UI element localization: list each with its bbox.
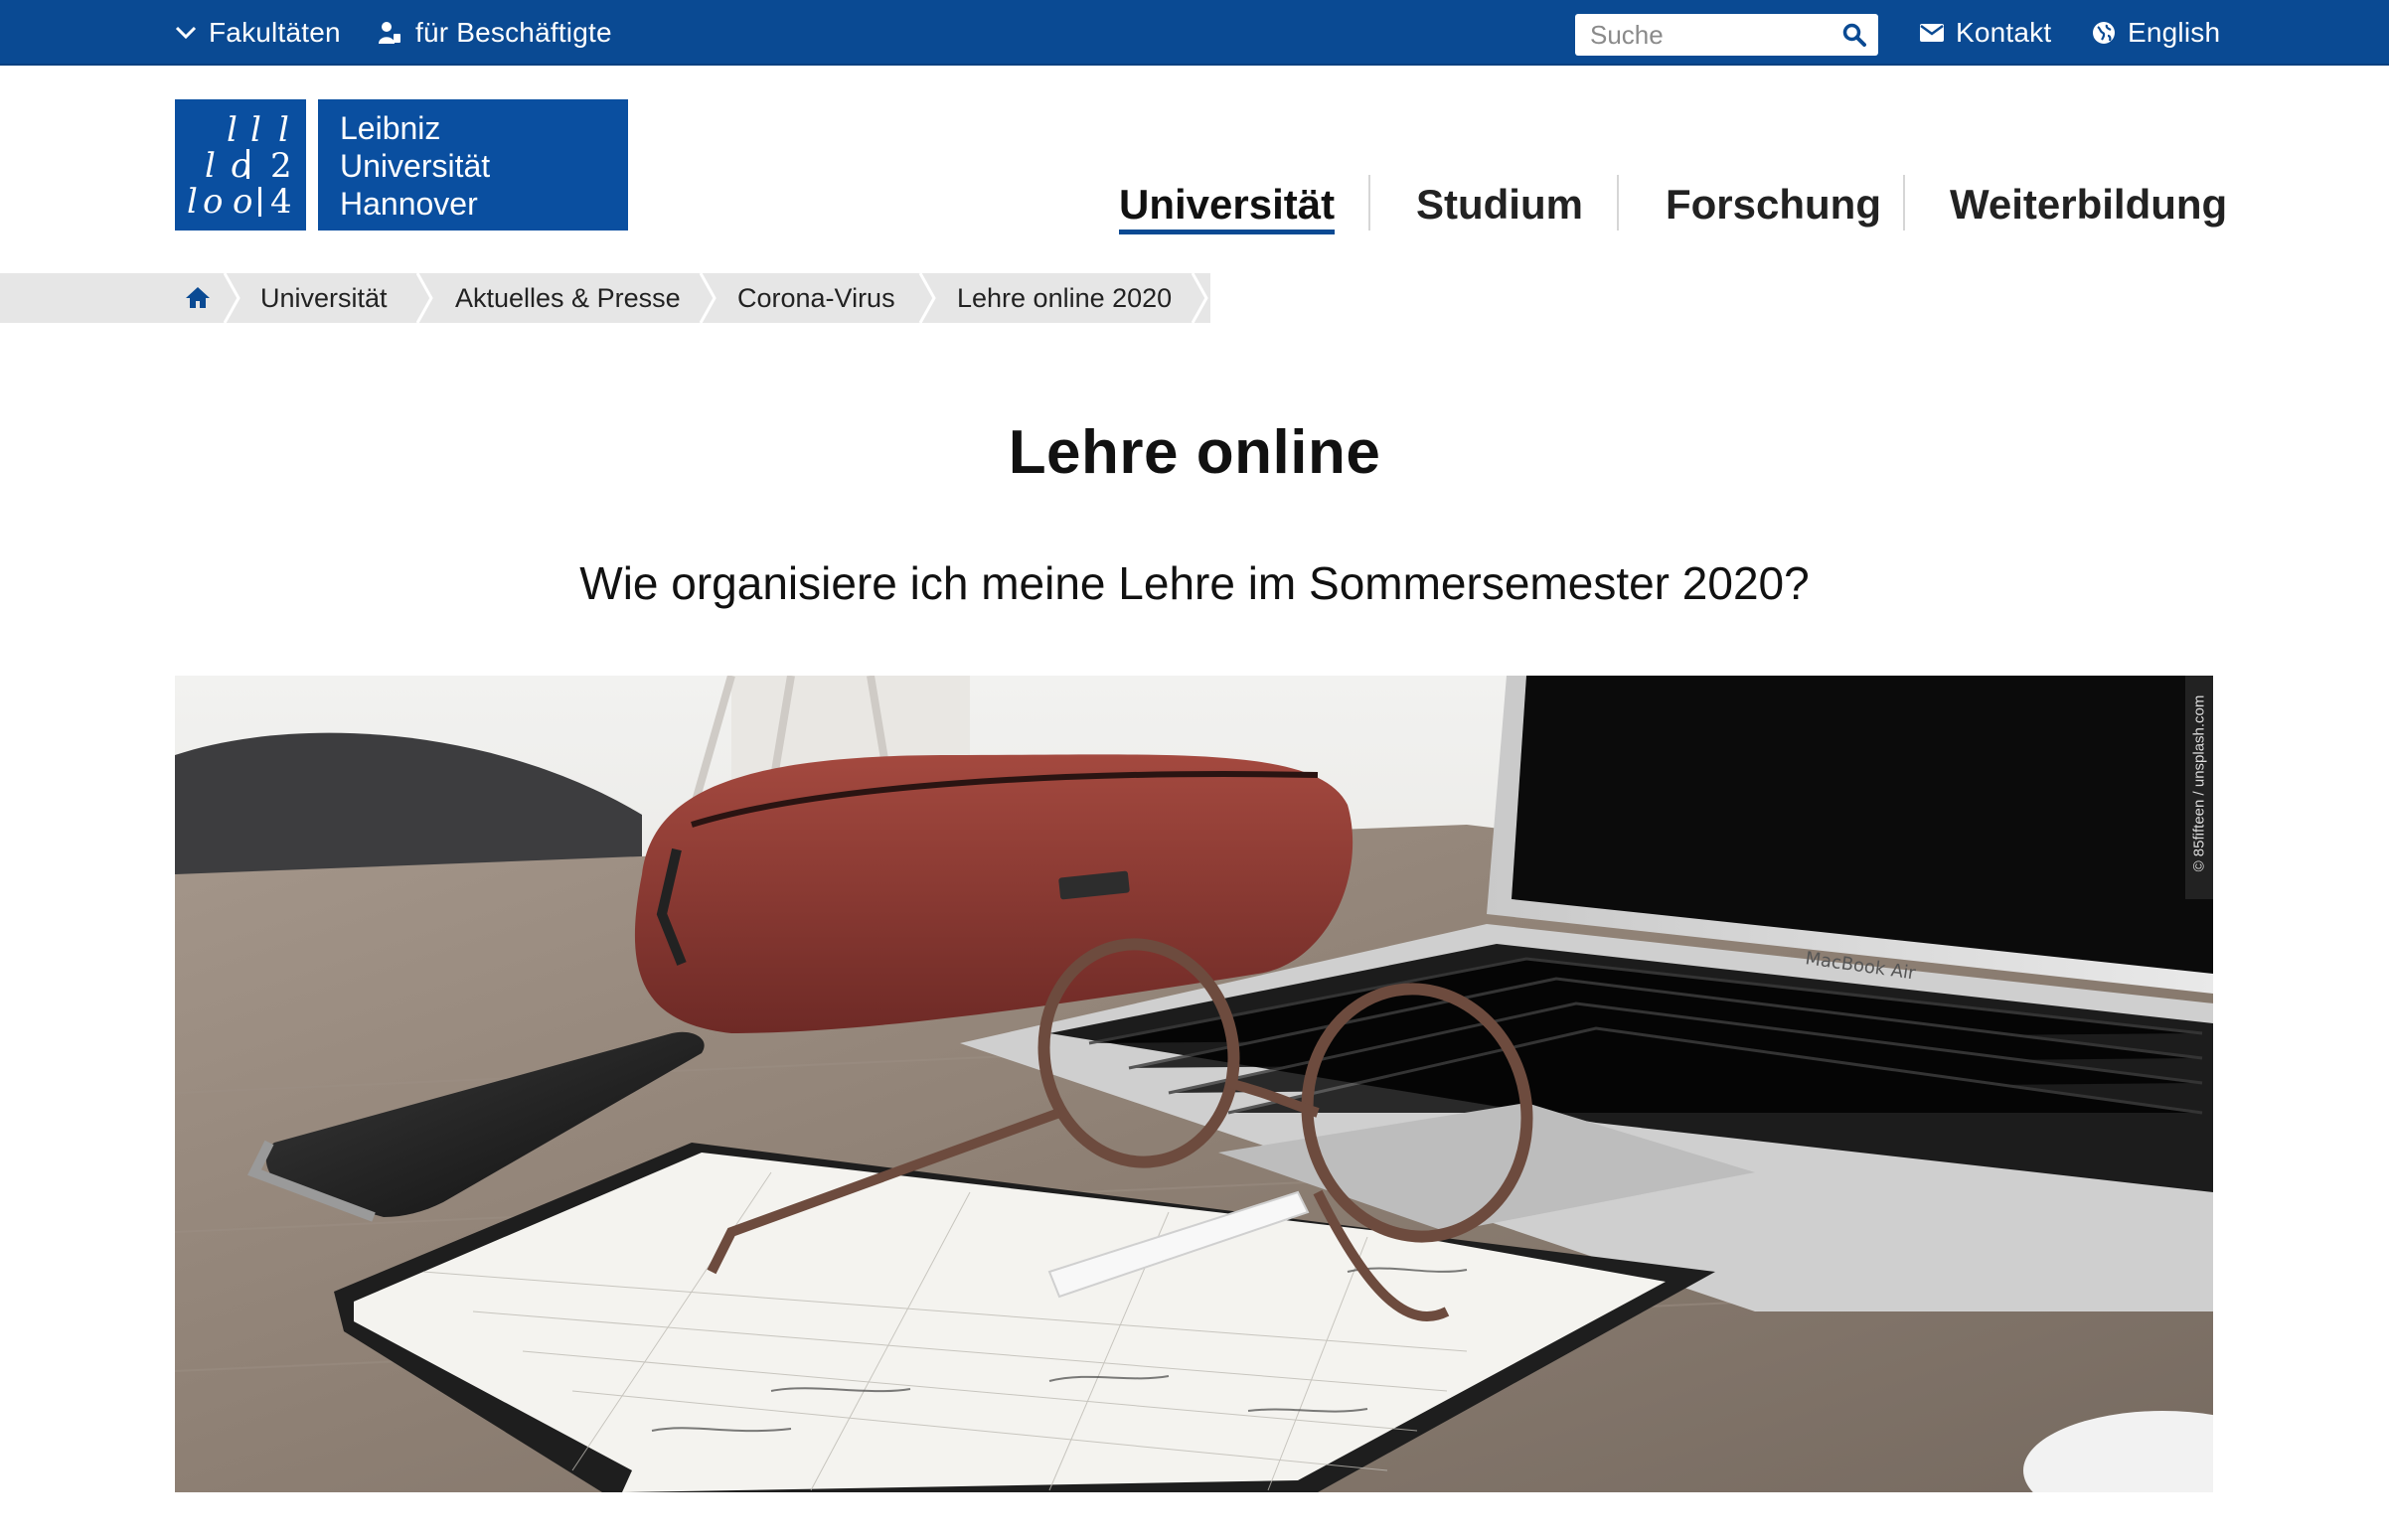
breadcrumb-item-universitaet[interactable]: Universität bbox=[260, 273, 388, 323]
svg-text:l: l bbox=[250, 110, 261, 150]
language-switch[interactable]: English bbox=[2092, 0, 2220, 66]
breadcrumb-separator bbox=[918, 273, 936, 323]
nav-label: Studium bbox=[1416, 181, 1583, 228]
breadcrumb-item-corona-virus[interactable]: Corona-Virus bbox=[737, 273, 895, 323]
staff-label: für Beschäftigte bbox=[415, 17, 612, 48]
breadcrumb-label: Lehre online 2020 bbox=[957, 282, 1173, 313]
breadcrumb-end bbox=[1210, 273, 2389, 323]
nav-label: Forschung bbox=[1666, 181, 1881, 228]
breadcrumb-item-current: Lehre online 2020 bbox=[957, 273, 1172, 323]
nav-weiterbildung[interactable]: Weiterbildung bbox=[1950, 169, 2227, 240]
desk-photo: MacBook Air bbox=[175, 676, 2213, 1492]
nav-divider bbox=[1903, 175, 1905, 231]
faculties-menu[interactable]: Fakultäten bbox=[175, 0, 341, 66]
breadcrumb-label: Aktuelles & Presse bbox=[455, 282, 681, 313]
svg-text:o: o bbox=[233, 182, 252, 222]
breadcrumb-label: Corona-Virus bbox=[737, 282, 895, 313]
hero-image: MacBook Air © 85fifteen / unsplash.com bbox=[175, 676, 2213, 1492]
breadcrumb-separator bbox=[223, 273, 240, 323]
nav-divider bbox=[1368, 175, 1370, 231]
page: Fakultäten für Beschäftigte Kontakt Engl… bbox=[0, 0, 2389, 1540]
top-bar: Fakultäten für Beschäftigte Kontakt Engl… bbox=[0, 0, 2389, 66]
nav-studium[interactable]: Studium bbox=[1416, 169, 1583, 240]
image-credit-label: © 85fifteen / unsplash.com bbox=[2190, 694, 2208, 872]
mail-icon bbox=[1920, 24, 1944, 42]
search-icon[interactable] bbox=[1842, 23, 1866, 47]
faculties-label: Fakultäten bbox=[209, 17, 341, 48]
page-subtitle: Wie organisiere ich meine Lehre im Somme… bbox=[579, 557, 1810, 609]
chevron-down-icon bbox=[175, 26, 197, 40]
logo-mark: lll lo2 loo4 bbox=[175, 99, 306, 231]
breadcrumb-item-aktuelles-presse[interactable]: Aktuelles & Presse bbox=[455, 273, 681, 323]
svg-text:2: 2 bbox=[270, 146, 292, 186]
contact-label: Kontakt bbox=[1956, 17, 2052, 48]
language-label: English bbox=[2128, 17, 2221, 48]
logo-wordmark: Leibniz Universität Hannover bbox=[318, 99, 628, 231]
home-icon[interactable] bbox=[185, 285, 211, 309]
nav-divider bbox=[1617, 175, 1619, 231]
staff-icon bbox=[379, 22, 400, 44]
search-box bbox=[1575, 14, 1878, 56]
globe-icon bbox=[2093, 22, 2115, 44]
svg-text:l: l bbox=[227, 110, 238, 150]
logo-mark-graphic: lll lo2 loo4 bbox=[187, 110, 292, 222]
nav-universitaet[interactable]: Universität bbox=[1119, 169, 1336, 240]
svg-text:l: l bbox=[205, 146, 216, 186]
university-logo[interactable]: lll lo2 loo4 Leibniz Universität Hannove… bbox=[175, 99, 628, 231]
logo-line-2: Universität bbox=[340, 148, 491, 184]
nav-forschung[interactable]: Forschung bbox=[1666, 169, 1881, 240]
page-title: Lehre online bbox=[1008, 418, 1381, 487]
svg-text:o: o bbox=[203, 182, 223, 222]
nav-label: Universität bbox=[1119, 181, 1336, 228]
breadcrumb: Universität Aktuelles & Presse Corona-Vi… bbox=[0, 273, 2389, 323]
logo-line-1: Leibniz bbox=[340, 110, 441, 146]
nav-label: Weiterbildung bbox=[1950, 181, 2228, 228]
staff-menu[interactable]: für Beschäftigte bbox=[378, 0, 612, 66]
svg-text:4: 4 bbox=[270, 182, 292, 222]
svg-text:l: l bbox=[187, 182, 198, 222]
breadcrumb-separator bbox=[699, 273, 717, 323]
breadcrumb-label: Universität bbox=[260, 282, 388, 313]
image-credit: © 85fifteen / unsplash.com bbox=[2185, 676, 2213, 899]
logo-line-3: Hannover bbox=[340, 186, 478, 222]
search-input[interactable] bbox=[1575, 15, 1824, 55]
svg-text:l: l bbox=[278, 110, 289, 150]
breadcrumb-separator bbox=[415, 273, 433, 323]
breadcrumb-separator bbox=[1191, 273, 1208, 323]
contact-link[interactable]: Kontakt bbox=[1920, 0, 2051, 66]
